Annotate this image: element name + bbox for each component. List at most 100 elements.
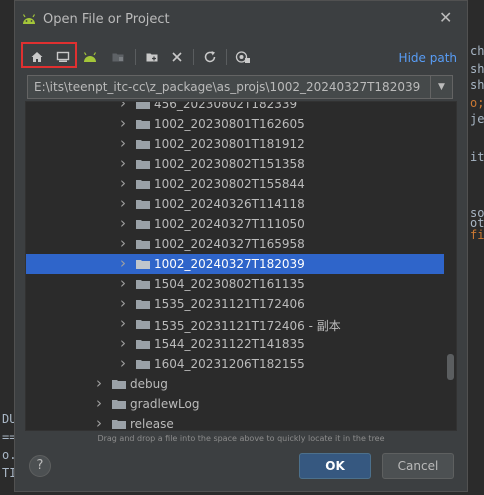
folder-icon — [136, 320, 150, 329]
folder-icon — [136, 220, 150, 229]
tree-row-label: 1002_20230801T181912 — [154, 137, 305, 151]
folder-icon — [136, 102, 150, 109]
chevron-right-icon[interactable]: › — [120, 294, 130, 312]
folder-icon — [136, 140, 150, 149]
tree-row[interactable]: › 1002_20230801T181912 — [26, 134, 444, 154]
chevron-right-icon[interactable]: › — [120, 354, 130, 372]
toolbar-separator — [226, 49, 227, 65]
tree-row-label: 1535_20231121T172406 - 副本 — [154, 319, 341, 333]
tree-row[interactable]: › debug — [26, 374, 444, 394]
chevron-right-icon[interactable]: › — [120, 102, 130, 112]
chevron-right-icon[interactable]: › — [120, 214, 130, 232]
tree-row[interactable]: › 1535_20231121T172406 — [26, 294, 444, 314]
ok-button[interactable]: OK — [299, 453, 371, 479]
folder-icon — [136, 260, 150, 269]
dialog-title: Open File or Project — [43, 12, 170, 27]
toolbar-separator — [193, 49, 194, 65]
tree-row-label: 1002_20230802T155844 — [154, 177, 305, 191]
chevron-right-icon[interactable]: › — [96, 394, 106, 412]
folder-icon — [112, 380, 126, 389]
tree-row[interactable]: › release — [26, 414, 444, 431]
folder-icon — [136, 200, 150, 209]
tree-row-label: 1002_20230802T151358 — [154, 157, 305, 171]
toolbar-separator — [135, 49, 136, 65]
folder-icon — [136, 160, 150, 169]
tree-row[interactable]: › 456_20230802T182339 — [26, 101, 444, 114]
bg-code-fragment: fi — [470, 228, 484, 242]
chevron-right-icon[interactable]: › — [120, 254, 130, 272]
chevron-right-icon[interactable]: › — [120, 314, 130, 332]
help-button[interactable]: ? — [29, 455, 51, 477]
tree-row[interactable]: › gradlewLog — [26, 394, 444, 414]
tree-row[interactable]: › 1002_20240327T111050 — [26, 214, 444, 234]
dialog-toolbar: Hide path — [15, 42, 467, 71]
file-tree[interactable]: › 456_20230802T182339 › 1002_20230801T16260… — [25, 101, 457, 431]
folder-icon — [112, 400, 126, 409]
tree-row-label: gradlewLog — [130, 397, 200, 411]
new-folder-icon[interactable] — [143, 48, 161, 66]
chevron-right-icon[interactable]: › — [120, 234, 130, 252]
bg-code-fragment: je — [470, 112, 484, 126]
tree-row-label: 1604_20231206T182155 — [154, 357, 305, 371]
dialog-titlebar[interactable]: Open File or Project ✕ — [15, 1, 467, 37]
chevron-right-icon[interactable]: › — [120, 194, 130, 212]
tree-row-label: debug — [130, 377, 168, 391]
folder-icon — [136, 300, 150, 309]
refresh-icon[interactable] — [201, 48, 219, 66]
bg-code-fragment: ch — [470, 44, 484, 58]
drag-drop-hint: Drag and drop a file into the space abov… — [97, 434, 385, 443]
chevron-right-icon[interactable]: › — [120, 114, 130, 132]
chevron-right-icon[interactable]: › — [120, 174, 130, 192]
tree-row-label: release — [130, 417, 174, 431]
folder-icon — [136, 120, 150, 129]
tree-row-label: 1002_20240327T182039 — [154, 257, 305, 271]
chevron-down-icon[interactable]: ▼ — [430, 76, 452, 98]
tree-row[interactable]: › 1504_20230802T161135 — [26, 274, 444, 294]
chevron-right-icon[interactable]: › — [96, 374, 106, 392]
tree-row-label: 1504_20230802T161135 — [154, 277, 305, 291]
tree-row[interactable]: › 1002_20230802T155844 — [26, 174, 444, 194]
android-icon — [22, 14, 36, 24]
tree-row-label: 456_20230802T182339 — [154, 101, 298, 111]
tree-row[interactable]: › 1002_20240327T182039 — [26, 254, 444, 274]
module-icon[interactable] — [109, 48, 127, 66]
bg-code-fragment: sh — [470, 78, 484, 92]
chevron-right-icon[interactable]: › — [120, 154, 130, 172]
folder-icon — [136, 340, 150, 349]
tree-row[interactable]: › 1002_20230802T151358 — [26, 154, 444, 174]
tree-row[interactable]: › 1002_20240326T114118 — [26, 194, 444, 214]
tree-row-label: 1002_20240326T114118 — [154, 197, 305, 211]
chevron-right-icon[interactable]: › — [96, 414, 106, 430]
tree-scrollbar[interactable] — [447, 354, 454, 380]
chevron-right-icon[interactable]: › — [120, 334, 130, 352]
open-file-dialog: Open File or Project ✕ Hide path E:\its\… — [14, 0, 468, 492]
folder-icon — [136, 360, 150, 369]
folder-icon — [136, 240, 150, 249]
tree-row[interactable]: › 1544_20231122T141835 — [26, 334, 444, 354]
folder-icon — [112, 420, 126, 429]
tree-row[interactable]: › 1535_20231121T172406 - 副本 — [26, 314, 444, 334]
chevron-right-icon[interactable]: › — [120, 134, 130, 152]
path-field[interactable]: E:\its\teenpt_itc-cc\z_package\as_projs\… — [27, 75, 453, 99]
tree-row-label: 1002_20240327T111050 — [154, 217, 305, 231]
show-hidden-icon[interactable] — [234, 48, 252, 66]
home-icon[interactable] — [28, 48, 46, 66]
delete-icon[interactable] — [168, 48, 186, 66]
folder-icon — [136, 180, 150, 189]
hide-path-link[interactable]: Hide path — [399, 51, 457, 65]
folder-icon — [136, 280, 150, 289]
bg-code-fragment: sh — [470, 62, 484, 76]
bg-code-fragment: o; — [470, 96, 484, 110]
tree-row[interactable]: › 1604_20231206T182155 — [26, 354, 444, 374]
tree-row[interactable]: › 1002_20240327T165958 — [26, 234, 444, 254]
tree-row-label: 1002_20230801T162605 — [154, 117, 305, 131]
tree-row[interactable]: › 1002_20230801T162605 — [26, 114, 444, 134]
desktop-icon[interactable] — [54, 48, 72, 66]
tree-row-label: 1535_20231121T172406 — [154, 297, 305, 311]
path-input-value[interactable]: E:\its\teenpt_itc-cc\z_package\as_projs\… — [34, 80, 420, 94]
close-icon[interactable]: ✕ — [439, 10, 453, 26]
cancel-button[interactable]: Cancel — [382, 453, 454, 479]
android-project-icon[interactable] — [81, 48, 99, 66]
bg-code-fragment: it — [470, 150, 484, 164]
chevron-right-icon[interactable]: › — [120, 274, 130, 292]
